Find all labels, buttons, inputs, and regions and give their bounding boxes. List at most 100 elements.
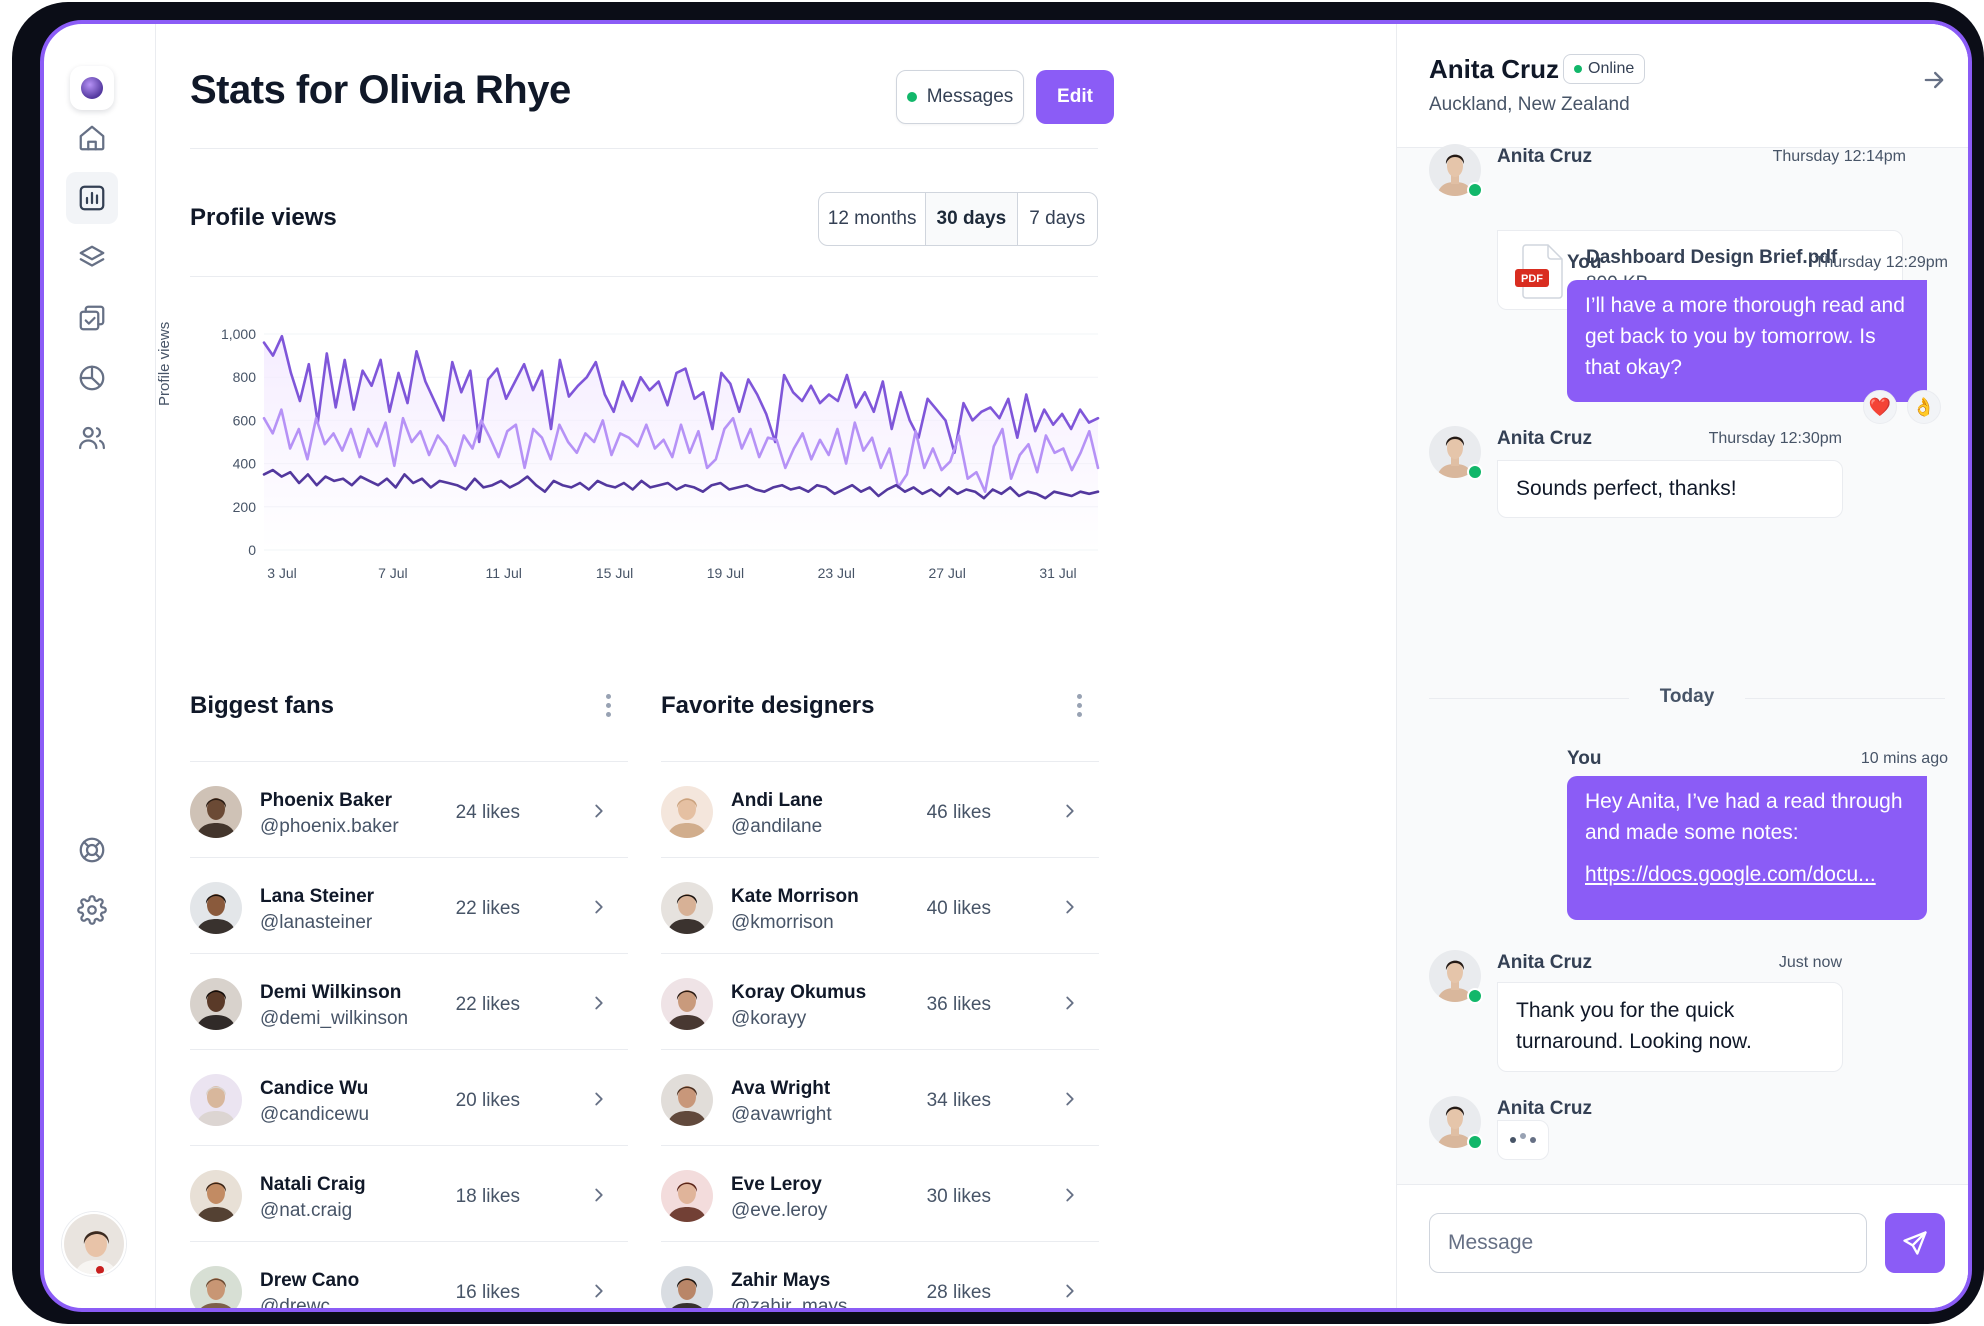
sidebar-item-support[interactable] [66, 824, 118, 876]
messages-button-label: Messages [926, 86, 1014, 107]
list-item[interactable]: Natali Craig @nat.craig 18 likes [190, 1146, 628, 1242]
person-name: Eve Leroy [731, 1174, 822, 1195]
heart-reaction-icon[interactable]: ❤️ [1863, 390, 1897, 424]
message-time: Thursday 12:30pm [1708, 430, 1842, 447]
profile-views-chart[interactable]: 1,000 800 600 400 200 0 3 Jul 7 Jul 11 Jul 15 Jul… [190, 314, 1100, 654]
list-item[interactable]: Drew Cano @drewc 16 likes [190, 1242, 628, 1308]
list-item[interactable]: Zahir Mays @zahir_mays 28 likes [661, 1242, 1099, 1312]
online-dot-icon [1467, 464, 1483, 480]
chevron-right-icon[interactable] [588, 896, 610, 918]
chevron-right-icon[interactable] [588, 992, 610, 1014]
biggest-fans-title: Biggest fans [190, 692, 335, 719]
message-sender: You [1567, 748, 1602, 769]
sidebar-item-settings[interactable] [66, 884, 118, 936]
person-handle: @lanasteiner [260, 912, 373, 933]
person-handle: @andilane [731, 816, 823, 837]
x-tick-label: 31 Jul [1039, 565, 1076, 581]
person-name: Natali Craig [260, 1174, 366, 1195]
list-item[interactable]: Demi Wilkinson @demi_wilkinson 22 likes [190, 954, 628, 1050]
user-avatar[interactable] [62, 1212, 126, 1276]
main-content: Stats for Olivia Rhye Messages Edit Prof… [156, 24, 1396, 1308]
y-tick-label: 600 [233, 412, 257, 428]
chat-contact-name: Anita Cruz [1429, 54, 1559, 84]
pie-chart-icon [79, 365, 105, 391]
list-item[interactable]: Candice Wu @candicewu 20 likes [190, 1050, 628, 1146]
sidebar-item-tasks[interactable] [66, 292, 118, 344]
list-item[interactable]: Lana Steiner @lanasteiner 22 likes [190, 858, 628, 954]
pdf-file-icon: PDF [1515, 244, 1563, 299]
more-options-icon[interactable] [598, 690, 618, 720]
users-icon [79, 426, 105, 450]
likes-count: 30 likes [926, 1186, 991, 1207]
date-divider-label: Today [1659, 686, 1715, 707]
status-label: Online [1588, 60, 1635, 77]
online-dot-icon [1467, 988, 1483, 1004]
edit-button[interactable]: Edit [1036, 70, 1114, 124]
chevron-right-icon[interactable] [1059, 800, 1081, 822]
bar-chart-icon [79, 185, 105, 211]
message-bubble: I’ll have a more thorough read and get b… [1567, 280, 1927, 402]
chevron-right-icon[interactable] [1059, 1280, 1081, 1302]
person-handle: @eve.leroy [731, 1200, 828, 1221]
sidebar-item-users[interactable] [66, 412, 118, 464]
avatar [1429, 144, 1483, 198]
arrow-right-icon[interactable] [1920, 66, 1948, 94]
page-title: Stats for Olivia Rhye [190, 68, 571, 112]
more-options-icon[interactable] [1069, 690, 1089, 720]
home-icon [79, 125, 105, 151]
sidebar-item-stats[interactable] [66, 172, 118, 224]
person-name: Koray Okumus [731, 982, 867, 1003]
chevron-right-icon[interactable] [1059, 1184, 1081, 1206]
message-time: Just now [1778, 954, 1842, 971]
person-handle: @korayy [731, 1008, 807, 1029]
chevron-right-icon[interactable] [588, 1184, 610, 1206]
send-button[interactable] [1885, 1213, 1945, 1273]
message-link[interactable]: https://docs.google.com/docu... [1585, 859, 1909, 890]
online-dot-icon [1467, 182, 1483, 198]
avatar [661, 978, 713, 1030]
list-item[interactable]: Ava Wright @avawright 34 likes [661, 1050, 1099, 1146]
avatar [190, 1266, 242, 1308]
chevron-right-icon[interactable] [1059, 896, 1081, 918]
person-name: Lana Steiner [260, 886, 375, 907]
range-30-days[interactable]: 30 days [926, 193, 1018, 245]
chart-y-axis-label: Profile views [156, 321, 173, 406]
ok-hand-reaction-icon[interactable]: 👌 [1907, 390, 1941, 424]
chat-header: Anita Cruz Online Auckland, New Zealand [1397, 24, 1968, 148]
chevron-right-icon[interactable] [1059, 992, 1081, 1014]
range-12-months[interactable]: 12 months [819, 193, 927, 245]
message-input[interactable] [1429, 1213, 1867, 1273]
favorite-designers-header: Favorite designers [661, 680, 1099, 762]
range-selector: 12 months 30 days 7 days [818, 192, 1098, 246]
list-item[interactable]: Phoenix Baker @phoenix.baker 24 likes [190, 762, 628, 858]
x-tick-label: 27 Jul [928, 565, 965, 581]
app-logo[interactable] [70, 66, 114, 110]
list-item[interactable]: Koray Okumus @korayy 36 likes [661, 954, 1099, 1050]
avatar [1429, 1096, 1483, 1150]
chevron-right-icon[interactable] [588, 800, 610, 822]
sidebar-item-layers[interactable] [66, 232, 118, 284]
messages-button[interactable]: Messages [896, 70, 1024, 124]
sidebar-item-reports[interactable] [66, 352, 118, 404]
y-tick-label: 1,000 [221, 326, 256, 342]
chevron-right-icon[interactable] [588, 1280, 610, 1302]
avatar [661, 1074, 713, 1126]
message-composer [1397, 1184, 1968, 1308]
avatar [190, 882, 242, 934]
x-tick-label: 11 Jul [486, 565, 522, 581]
online-dot-icon [1467, 1134, 1483, 1150]
sidebar-item-home[interactable] [66, 112, 118, 164]
avatar [661, 1266, 713, 1308]
avatar [190, 1170, 242, 1222]
settings-icon [77, 895, 107, 925]
range-7-days[interactable]: 7 days [1018, 193, 1097, 245]
person-handle: @zahir_mays [731, 1296, 848, 1312]
list-item[interactable]: Eve Leroy @eve.leroy 30 likes [661, 1146, 1099, 1242]
list-item[interactable]: Kate Morrison @kmorrison 40 likes [661, 858, 1099, 954]
message-sender: You [1567, 252, 1602, 273]
chevron-right-icon[interactable] [588, 1088, 610, 1110]
file-name: Dashboard Design Brief.pdf [1586, 247, 1838, 268]
list-item[interactable]: Andi Lane @andilane 46 likes [661, 762, 1099, 858]
chat-panel: Anita Cruz Online Auckland, New Zealand … [1396, 24, 1968, 1308]
chevron-right-icon[interactable] [1059, 1088, 1081, 1110]
